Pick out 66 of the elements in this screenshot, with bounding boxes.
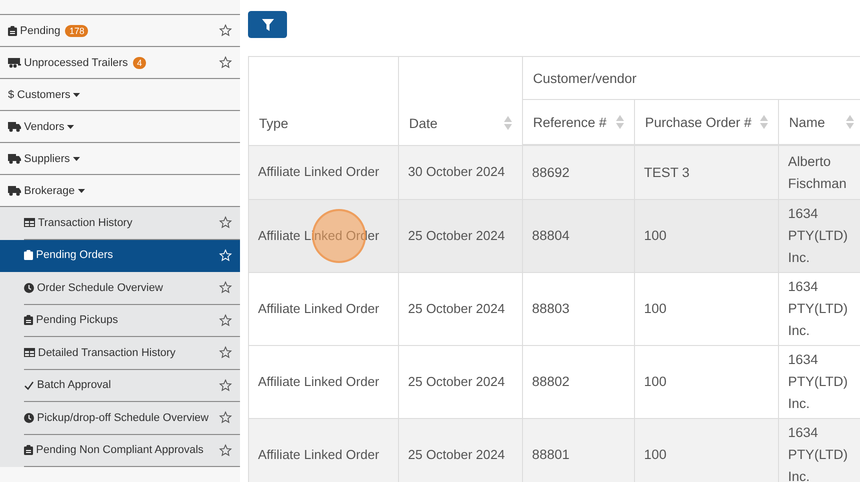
truck-icon [8,122,21,132]
submenu-item[interactable]: Pending Orders [0,240,240,272]
star-icon[interactable] [219,411,232,424]
table-cell: 100 [634,200,778,272]
star-icon[interactable] [219,216,232,230]
column-header[interactable]: Date [398,56,522,145]
star-icon[interactable] [219,314,232,327]
submenu-item[interactable]: Pickup/drop-off Schedule Overview [24,402,240,434]
table-cell: 100 [634,418,778,482]
table-cell: 1634 PTY(LTD) Inc. [778,418,860,482]
sidebar-item[interactable]: Unprocessed Trailers 4 [0,47,240,79]
clipboard-icon [8,26,17,36]
clock-icon [24,412,34,423]
table-cell: Alberto Fischman [778,145,860,200]
column-header[interactable]: Reference # [522,100,634,145]
caret-icon [72,156,80,160]
table-cell: TEST 3 [634,145,778,200]
column-header: Type [248,56,398,145]
sidebar-item[interactable]: Suppliers [0,143,240,175]
submenu-item[interactable]: Pending Pickups [24,304,240,337]
truck-icon [8,186,21,196]
table-cell: 25 October 2024 [398,200,522,272]
table-cell: Affiliate Linked Order [248,418,398,482]
column-group-header: Customer/vendor [522,56,860,100]
table-cell: 88803 [522,272,634,346]
column-header[interactable]: Name [778,100,860,145]
submenu-item[interactable]: Detailed Transaction History [24,337,240,370]
caret-icon [78,188,85,192]
column-header[interactable]: Purchase Order # [634,100,778,145]
table-icon [24,218,35,228]
sidebar-item[interactable]: $ Customers [0,79,240,111]
table-icon [24,348,35,358]
star-icon[interactable] [219,444,232,457]
table-cell: 1634 PTY(LTD) Inc. [778,200,860,272]
filter-button[interactable] [248,11,287,38]
submenu-item[interactable]: Batch Approval [24,370,240,402]
table-cell: 88692 [522,145,634,200]
caret-icon [67,124,74,128]
star-icon[interactable] [219,24,232,37]
submenu-item[interactable]: Pending Non Compliant Approvals [24,434,240,467]
table-cell: 25 October 2024 [398,272,522,346]
clipboard-icon [24,315,33,326]
clipboard-icon [24,445,33,456]
submenu-item[interactable]: Order Schedule Overview [24,272,240,304]
check-icon [24,380,34,390]
sidebar-item[interactable]: Pending 178 [0,15,240,47]
star-icon[interactable] [219,281,232,294]
caret-icon [73,92,80,96]
star-icon[interactable] [219,346,232,360]
table-cell: 88801 [522,418,634,482]
clock-icon [24,282,34,293]
truck-icon [8,154,21,164]
star-icon[interactable] [219,56,232,69]
table-cell: Affiliate Linked Order [248,145,398,200]
count-badge: 178 [65,24,88,36]
table-cell: 88804 [522,200,634,272]
count-badge: 4 [132,56,146,68]
filter-icon [262,18,274,30]
trailer-icon [8,58,21,68]
clipboard-icon [24,250,33,260]
star-icon[interactable] [219,378,232,392]
table-cell: Affiliate Linked Order [248,272,398,346]
table-cell: 30 October 2024 [398,145,522,200]
table-cell: 100 [634,272,778,346]
table-cell: 25 October 2024 [398,418,522,482]
sidebar-item[interactable]: Vendors [0,111,240,143]
